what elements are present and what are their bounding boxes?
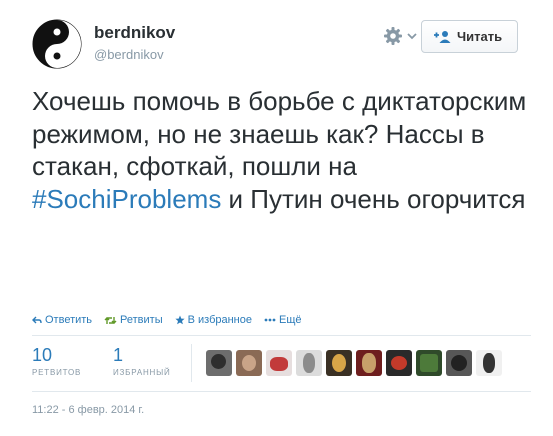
yin-yang-icon — [32, 19, 82, 69]
retweet-count-label: РЕТВИТОВ — [32, 368, 82, 377]
tweet-text-before: Хочешь помочь в борьбе с диктаторским ре… — [32, 86, 527, 181]
favorite-count[interactable]: 1 ИЗБРАННЫЙ — [113, 344, 171, 377]
retweeter-avatar[interactable] — [446, 350, 472, 376]
tweet-text-after: и Путин очень огорчится — [221, 183, 526, 214]
follow-button-label: Читать — [457, 29, 503, 44]
retweet-label: Ретвиты — [120, 314, 163, 326]
author-display-name[interactable]: berdnikov — [94, 23, 175, 43]
tweet-settings-dropdown[interactable] — [383, 22, 421, 50]
retweeter-avatar[interactable] — [326, 350, 352, 376]
author-avatar[interactable] — [32, 19, 82, 69]
divider-bottom — [32, 391, 531, 392]
favorite-label: В избранное — [187, 314, 252, 326]
more-icon — [264, 318, 276, 322]
retweeter-avatar[interactable] — [236, 350, 262, 376]
retweet-icon — [104, 316, 117, 325]
tweet-timestamp[interactable]: 11:22 - 6 февр. 2014 г. — [32, 404, 144, 416]
stats-separator — [191, 344, 192, 382]
follow-button[interactable]: Читать — [421, 20, 518, 53]
retweeter-avatar[interactable] — [476, 350, 502, 376]
retweeter-avatar[interactable] — [266, 350, 292, 376]
retweeter-avatar[interactable] — [296, 350, 322, 376]
tweet-text: Хочешь помочь в борьбе с диктаторским ре… — [32, 85, 532, 215]
more-label: Ещё — [279, 314, 302, 326]
favorite-action[interactable]: В избранное — [175, 314, 252, 326]
reply-label: Ответить — [45, 314, 93, 326]
more-action[interactable]: Ещё — [264, 314, 302, 326]
hashtag-link[interactable]: #SochiProblems — [32, 184, 221, 214]
divider-top — [32, 335, 531, 336]
gear-icon — [384, 27, 402, 45]
author-screen-name[interactable]: @berdnikov — [94, 47, 164, 62]
reply-action[interactable]: Ответить — [32, 314, 92, 326]
reply-icon — [32, 316, 42, 325]
favorite-count-label: ИЗБРАННЫЙ — [113, 368, 171, 377]
chevron-down-icon — [407, 33, 417, 40]
tweet-actions: Ответить Ретвиты В избранное Ещё — [32, 314, 314, 326]
retweeter-avatar[interactable] — [416, 350, 442, 376]
retweeter-avatar[interactable] — [386, 350, 412, 376]
retweet-count-value: 10 — [32, 345, 53, 365]
add-user-icon — [433, 30, 451, 44]
retweeter-avatar[interactable] — [356, 350, 382, 376]
favorite-count-value: 1 — [113, 345, 124, 365]
star-icon — [175, 315, 185, 325]
retweet-action[interactable]: Ретвиты — [104, 314, 163, 326]
retweeter-avatar[interactable] — [206, 350, 232, 376]
retweeter-avatars — [206, 350, 506, 376]
retweet-count[interactable]: 10 РЕТВИТОВ — [32, 344, 81, 377]
